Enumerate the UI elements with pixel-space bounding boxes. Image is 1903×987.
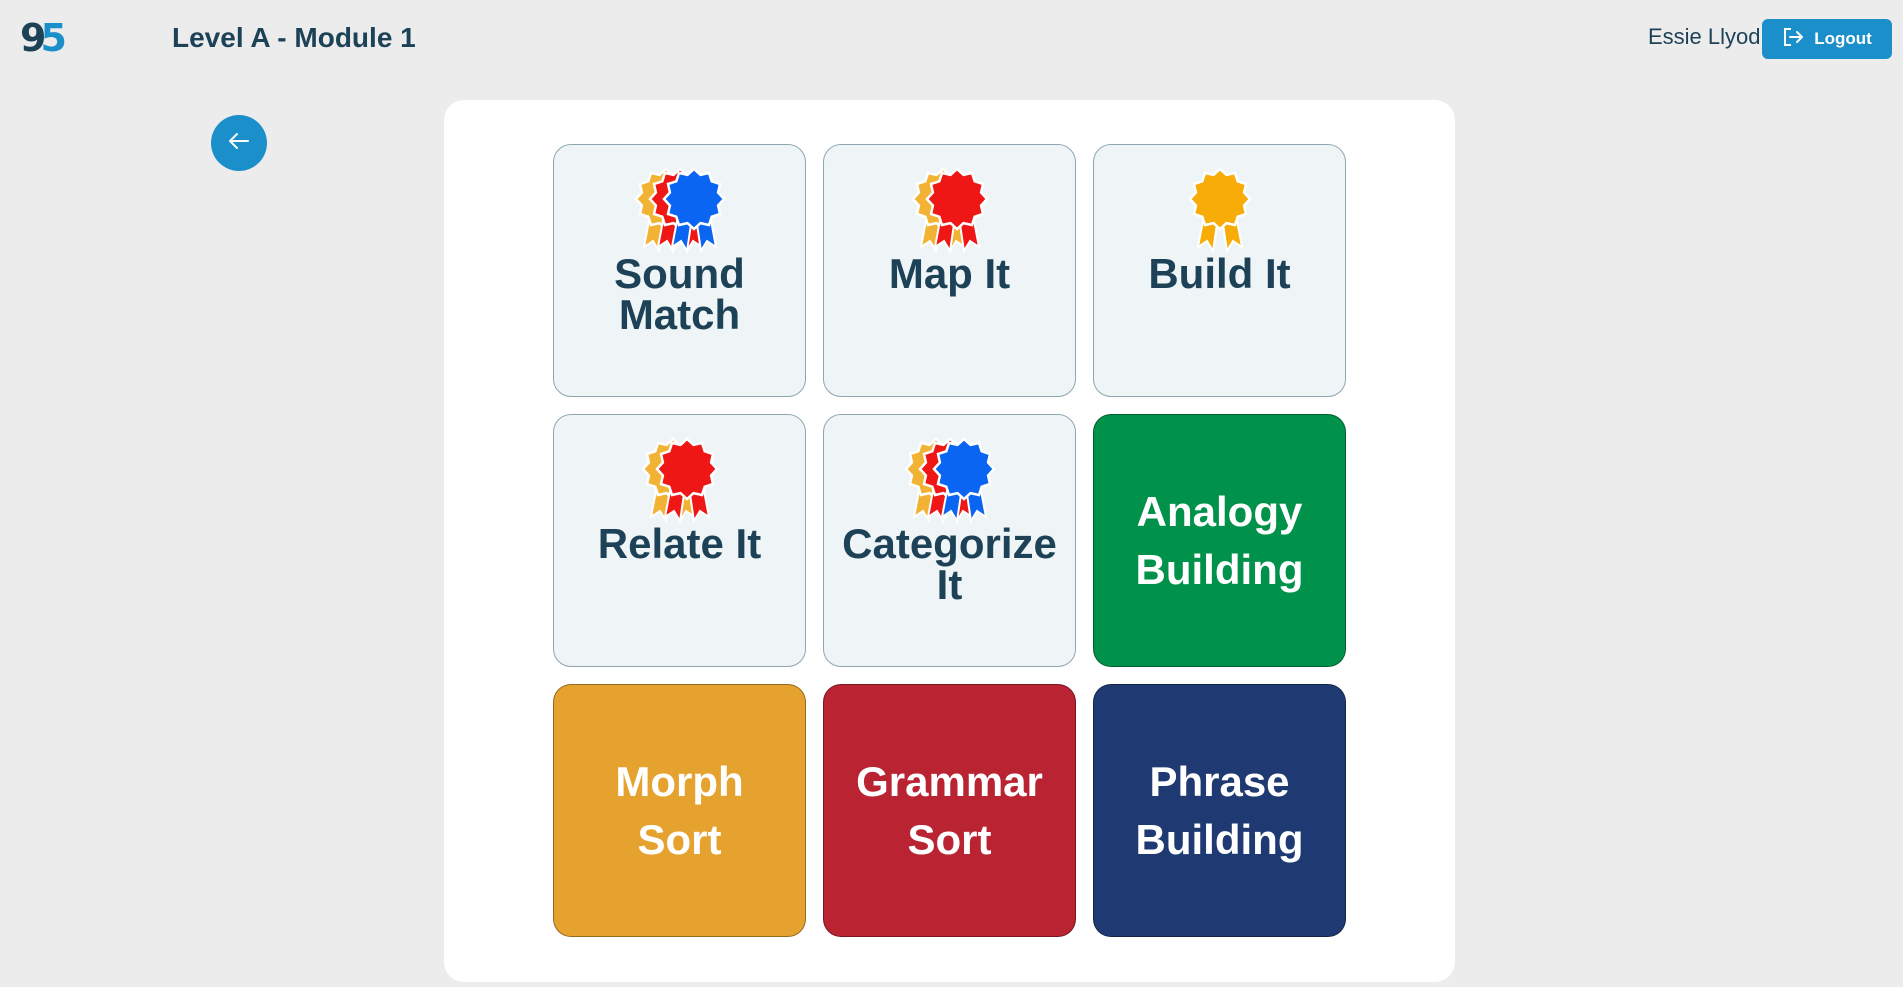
- activity-card[interactable]: Phrase Building: [1093, 684, 1346, 937]
- logo-digit-nine: 9: [20, 16, 47, 60]
- app-logo[interactable]: 95: [20, 16, 67, 60]
- activity-card[interactable]: Analogy Building: [1093, 414, 1346, 667]
- activity-label-line: Categorize: [842, 520, 1057, 567]
- logout-label: Logout: [1814, 29, 1872, 48]
- award-badges: [640, 437, 719, 527]
- activity-label: Build It: [1148, 250, 1291, 297]
- activities-grid: Sound Match Map It Build It Relate It Categor…: [553, 144, 1346, 937]
- activity-label: Phrase Building: [1136, 753, 1304, 869]
- activity-label: Sound Match: [614, 250, 745, 338]
- award-badges: [633, 167, 726, 257]
- activity-card[interactable]: Map It: [823, 144, 1076, 397]
- activity-label-line: Map It: [888, 250, 1011, 297]
- back-button[interactable]: [211, 115, 267, 171]
- award-ribbon-icon: [661, 167, 726, 254]
- activity-card[interactable]: Relate It: [553, 414, 806, 667]
- activity-label-line: Match: [618, 291, 741, 338]
- activity-label: Grammar Sort: [856, 753, 1043, 869]
- activity-card[interactable]: Build It: [1093, 144, 1346, 397]
- activity-label: Analogy Building: [1136, 483, 1304, 599]
- activity-label-line: Grammar: [856, 757, 1043, 805]
- award-badges: [910, 167, 989, 257]
- logout-button[interactable]: Logout: [1762, 19, 1892, 59]
- activity-label-line: Relate It: [597, 520, 762, 567]
- activity-card[interactable]: Categorize It: [823, 414, 1076, 667]
- activity-label-line: Sort: [907, 815, 992, 863]
- activity-card[interactable]: Grammar Sort: [823, 684, 1076, 937]
- activity-label-line: Morph: [615, 757, 744, 805]
- activity-label: Relate It: [597, 520, 762, 567]
- activity-label-line: Sound: [614, 250, 745, 297]
- award-badges: [1187, 167, 1252, 257]
- page-title: Level A - Module 1: [172, 22, 416, 53]
- activity-label-line: Sort: [637, 815, 722, 863]
- activities-panel: Sound Match Map It Build It Relate It Categor…: [444, 100, 1455, 982]
- award-badges: [903, 437, 996, 527]
- activity-card[interactable]: Morph Sort: [553, 684, 806, 937]
- award-ribbon-icon: [1187, 167, 1252, 254]
- activity-label-line: Building: [1135, 815, 1304, 863]
- activity-label-line: Building: [1135, 545, 1304, 593]
- award-ribbon-icon: [931, 437, 996, 524]
- activity-label: Morph Sort: [615, 753, 743, 869]
- activity-label: Map It: [888, 250, 1011, 297]
- award-ribbon-icon: [924, 167, 989, 254]
- activity-label-line: Phrase: [1149, 757, 1290, 805]
- user-name: Essie Llyod: [1648, 24, 1761, 49]
- activity-label-line: It: [936, 561, 963, 608]
- activity-card[interactable]: Sound Match: [553, 144, 806, 397]
- award-ribbon-icon: [654, 437, 719, 524]
- logout-icon: [1782, 27, 1804, 52]
- logo-digit-five: 5: [40, 16, 67, 60]
- activity-label-line: Build It: [1148, 250, 1291, 297]
- activity-label-line: Analogy: [1136, 487, 1303, 535]
- activity-label: Categorize It: [842, 520, 1057, 608]
- arrow-left-icon: [227, 131, 251, 156]
